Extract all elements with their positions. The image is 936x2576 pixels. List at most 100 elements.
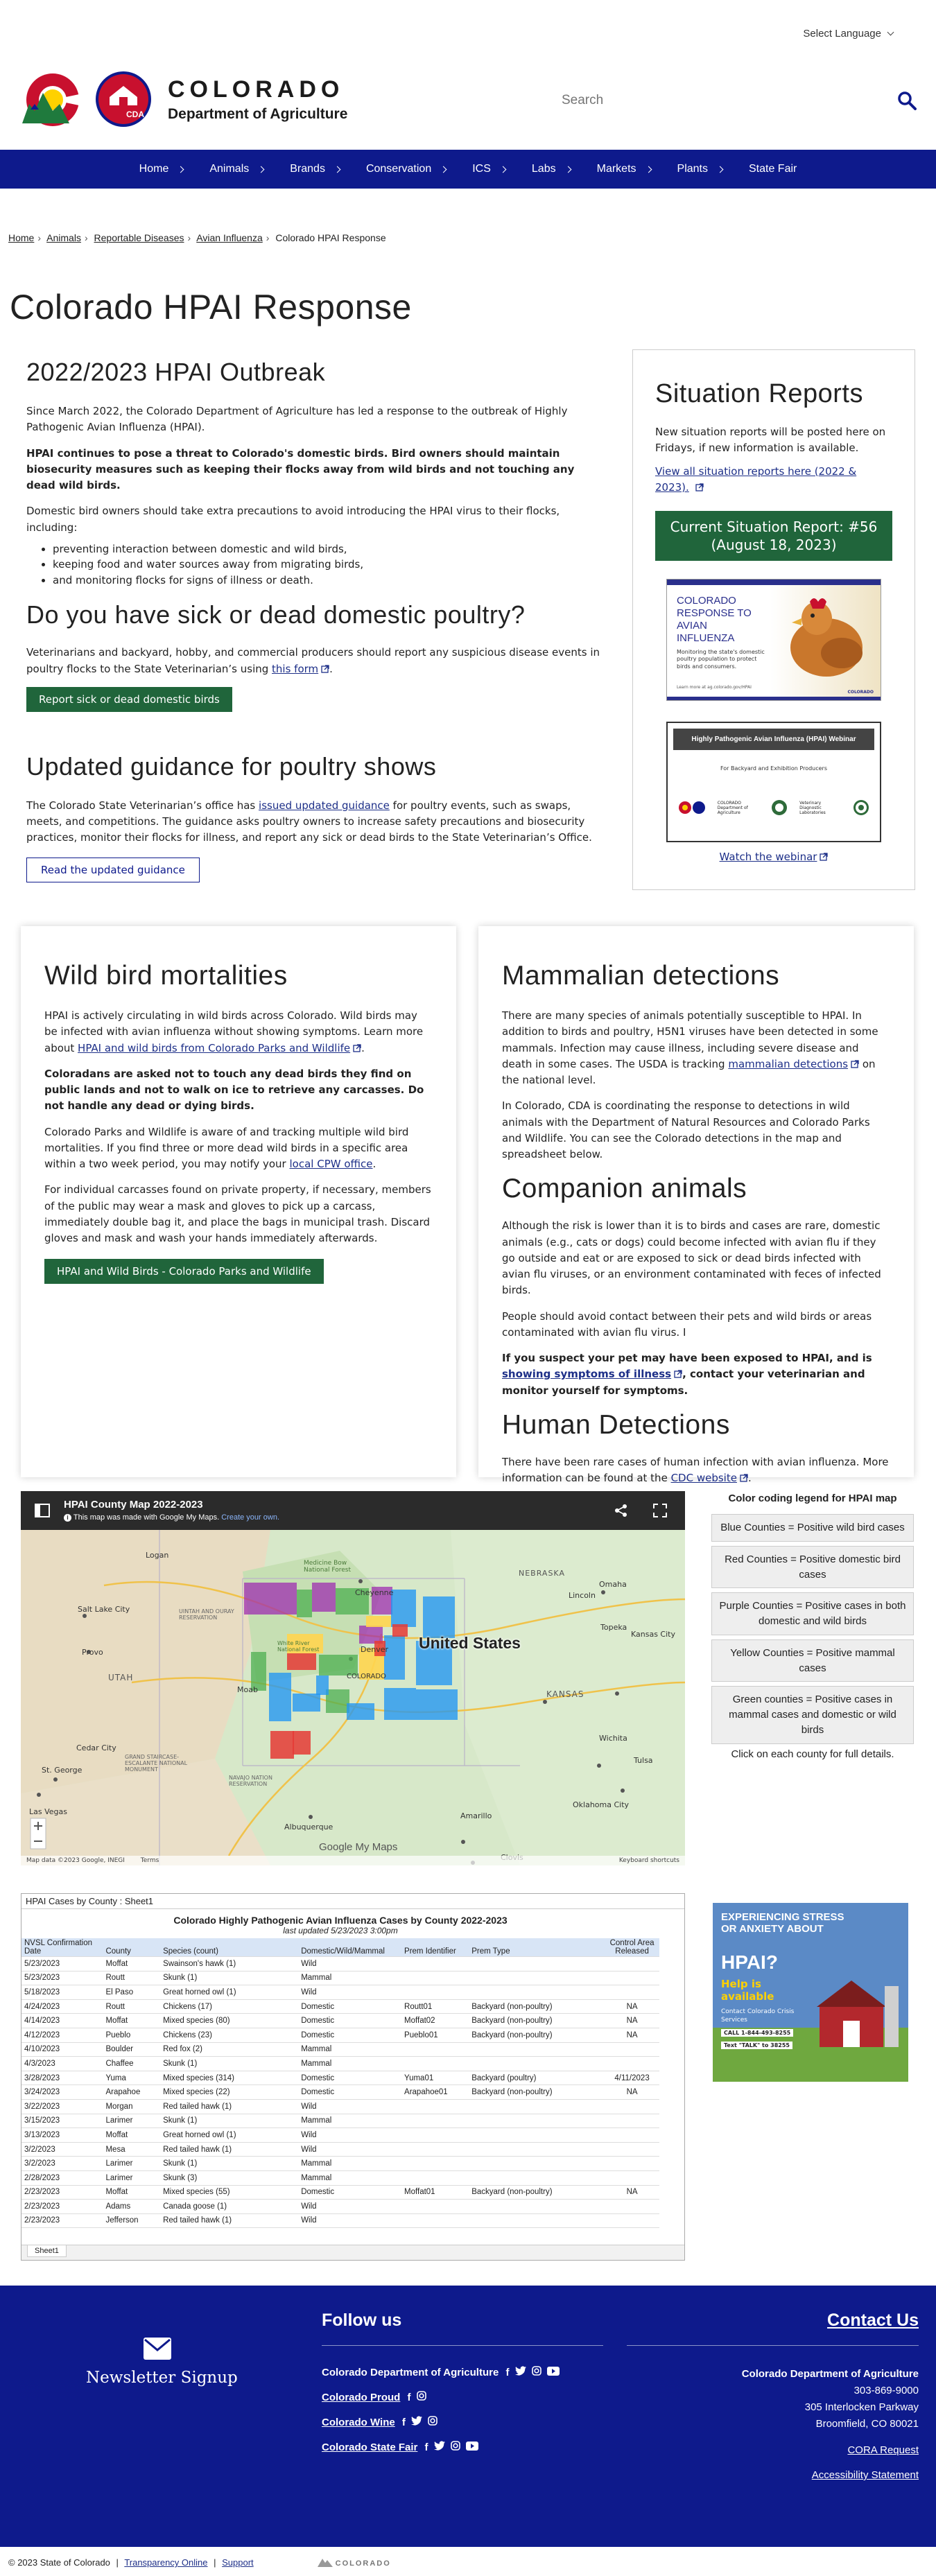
map-place-label: St. George <box>42 1766 83 1775</box>
twitter-icon[interactable] <box>411 2416 423 2426</box>
share-icon[interactable] <box>614 1504 628 1517</box>
search-input[interactable] <box>548 83 825 118</box>
table-cell: Boulder <box>103 2042 161 2057</box>
intro-row: 2022/2023 HPAI Outbreak Since March 2022… <box>0 349 936 890</box>
breadcrumb-current: Colorado HPAI Response <box>275 232 386 243</box>
read-guidance-button[interactable]: Read the updated guidance <box>26 857 200 882</box>
hpai-county-map[interactable]: HPAI County Map 2022-2023 i This map was… <box>21 1491 685 1865</box>
accessibility-statement-link[interactable]: Accessibility Statement <box>812 2469 919 2481</box>
situation-reports-heading: Situation Reports <box>655 379 863 408</box>
cora-request-link[interactable]: CORA Request <box>847 2444 919 2456</box>
youtube-icon[interactable] <box>546 2367 560 2376</box>
sheet-title: HPAI Cases by County : Sheet1 <box>21 1894 684 1909</box>
facebook-icon[interactable]: f <box>425 2442 428 2453</box>
watch-webinar-link[interactable]: Watch the webinar <box>720 851 817 863</box>
instagram-icon[interactable] <box>416 2391 426 2401</box>
contact-us-link[interactable]: Contact Us <box>827 2310 919 2331</box>
crisis-services-ad[interactable]: EXPERIENCING STRESS OR ANXIETY ABOUT HPA… <box>713 1903 908 2098</box>
page-title: Colorado HPAI Response <box>10 288 412 327</box>
column-header: Domestic/Wild/Mammal <box>298 1938 402 1957</box>
breadcrumb-reportable-diseases[interactable]: Reportable Diseases <box>94 232 184 243</box>
sheet-tab[interactable]: Sheet1 <box>27 2245 67 2257</box>
breadcrumb-home[interactable]: Home <box>8 232 34 243</box>
site-logo[interactable]: COLORADO Department of Agriculture CDA <box>21 69 347 129</box>
contact-phone[interactable]: 303-869-9000 <box>742 2383 919 2399</box>
chevron-right-icon <box>333 166 341 173</box>
outbreak-heading: 2022/2023 HPAI Outbreak <box>26 358 326 386</box>
local-cpw-office-link[interactable]: local CPW office <box>290 1158 373 1170</box>
table-cell <box>469 1971 605 1986</box>
twitter-icon[interactable] <box>514 2366 526 2376</box>
table-cell: 4/10/2023 <box>21 2042 103 2057</box>
current-report-button[interactable]: Current Situation Report: #56 (August 18… <box>655 511 892 561</box>
cpw-wild-birds-link[interactable]: HPAI and wild birds from Colorado Parks … <box>78 1042 350 1054</box>
table-cell <box>469 2170 605 2186</box>
facebook-icon[interactable]: f <box>402 2417 406 2428</box>
chevron-right-icon <box>440 166 447 173</box>
table-cell <box>469 2127 605 2143</box>
map-place-label: Lincoln <box>569 1591 596 1600</box>
table-cell: 4/24/2023 <box>21 1999 103 2014</box>
nav-item-animals[interactable]: Animals <box>196 163 277 175</box>
table-cell <box>401 1956 469 1972</box>
table-cell: Chickens (17) <box>160 1999 299 2014</box>
table-cell <box>401 2156 469 2171</box>
nav-item-ics[interactable]: ICS <box>459 163 519 175</box>
nav-item-labs[interactable]: Labs <box>519 163 584 175</box>
breadcrumb-animals[interactable]: Animals <box>46 232 81 243</box>
breadcrumb-avian-influenza[interactable]: Avian Influenza <box>196 232 262 243</box>
support-link[interactable]: Support <box>222 2557 254 2568</box>
colorado-proud-link[interactable]: Colorado Proud <box>322 2392 400 2403</box>
updated-guidance-link[interactable]: issued updated guidance <box>259 799 390 812</box>
instagram-icon[interactable] <box>451 2441 460 2451</box>
map-terms-link[interactable]: Terms <box>141 1857 159 1864</box>
cdc-website-link[interactable]: CDC website <box>671 1472 737 1484</box>
nav-item-brands[interactable]: Brands <box>277 163 353 175</box>
nav-label: Brands <box>290 163 325 175</box>
nav-item-home[interactable]: Home <box>126 163 197 175</box>
webinar-promo-image[interactable]: Highly Pathogenic Avian Influenza (HPAI)… <box>666 722 881 842</box>
map-legend-icon[interactable] <box>35 1504 50 1517</box>
table-cell <box>401 2099 469 2114</box>
twitter-icon[interactable] <box>433 2441 445 2451</box>
newsletter-signup-link[interactable]: Newsletter Signup <box>86 2369 238 2387</box>
separator: | <box>116 2557 119 2568</box>
nav-item-state-fair[interactable]: State Fair <box>736 163 810 175</box>
state-fair-link[interactable]: Colorado State Fair <box>322 2442 417 2453</box>
avian-influenza-promo-image[interactable]: COLORADO RESPONSE TO AVIAN INFLUENZA Mon… <box>666 579 881 701</box>
create-your-own-link[interactable]: Create your own. <box>221 1513 279 1522</box>
instagram-icon[interactable] <box>532 2366 541 2376</box>
report-sick-birds-button[interactable]: Report sick or dead domestic birds <box>26 686 232 712</box>
wild-bird-card: Wild bird mortalities HPAI is actively c… <box>21 926 456 1477</box>
report-form-link[interactable]: this form <box>272 663 318 675</box>
colorado-wine-link[interactable]: Colorado Wine <box>322 2417 395 2428</box>
keyboard-shortcuts-link[interactable]: Keyboard shortcuts <box>619 1856 679 1865</box>
nav-item-markets[interactable]: Markets <box>584 163 664 175</box>
facebook-icon[interactable]: f <box>505 2367 509 2378</box>
sheet-table-title: Colorado Highly Pathogenic Avian Influen… <box>173 1915 508 1926</box>
list-item: preventing interaction between domestic … <box>53 541 603 557</box>
table-cell <box>469 2099 605 2114</box>
nav-item-conservation[interactable]: Conservation <box>353 163 459 175</box>
legend-item-red: Red Counties = Positive domestic bird ca… <box>711 1545 914 1589</box>
map-place-label: NEBRASKA <box>519 1569 565 1578</box>
cases-spreadsheet[interactable]: HPAI Cases by County : Sheet1 Colorado H… <box>21 1893 685 2261</box>
table-cell: Backyard (non-poultry) <box>469 2185 605 2200</box>
language-select[interactable]: Select Language <box>803 28 894 40</box>
youtube-icon[interactable] <box>466 2442 479 2451</box>
search-icon[interactable] <box>897 91 917 110</box>
instagram-icon[interactable] <box>428 2416 438 2426</box>
facebook-icon[interactable]: f <box>408 2392 411 2403</box>
nav-item-plants[interactable]: Plants <box>664 163 736 175</box>
symptoms-of-illness-link[interactable]: showing symptoms of illness <box>502 1368 671 1380</box>
legend-footer: Click on each county for full details. <box>731 1748 894 1760</box>
table-cell: Yuma01 <box>401 2071 469 2086</box>
all-reports-link[interactable]: View all situation reports here (2022 & … <box>655 465 856 494</box>
usda-mammal-detections-link[interactable]: mammalian detections <box>728 1058 848 1070</box>
companion-paragraph-1: Although the risk is lower than it is to… <box>502 1219 881 1297</box>
fullscreen-icon[interactable] <box>653 1504 667 1517</box>
companion-animals-heading: Companion animals <box>502 1174 747 1204</box>
transparency-online-link[interactable]: Transparency Online <box>124 2557 207 2568</box>
language-label: Select Language <box>803 28 881 40</box>
cpw-wild-birds-button[interactable]: HPAI and Wild Birds - Colorado Parks and… <box>44 1259 324 1285</box>
